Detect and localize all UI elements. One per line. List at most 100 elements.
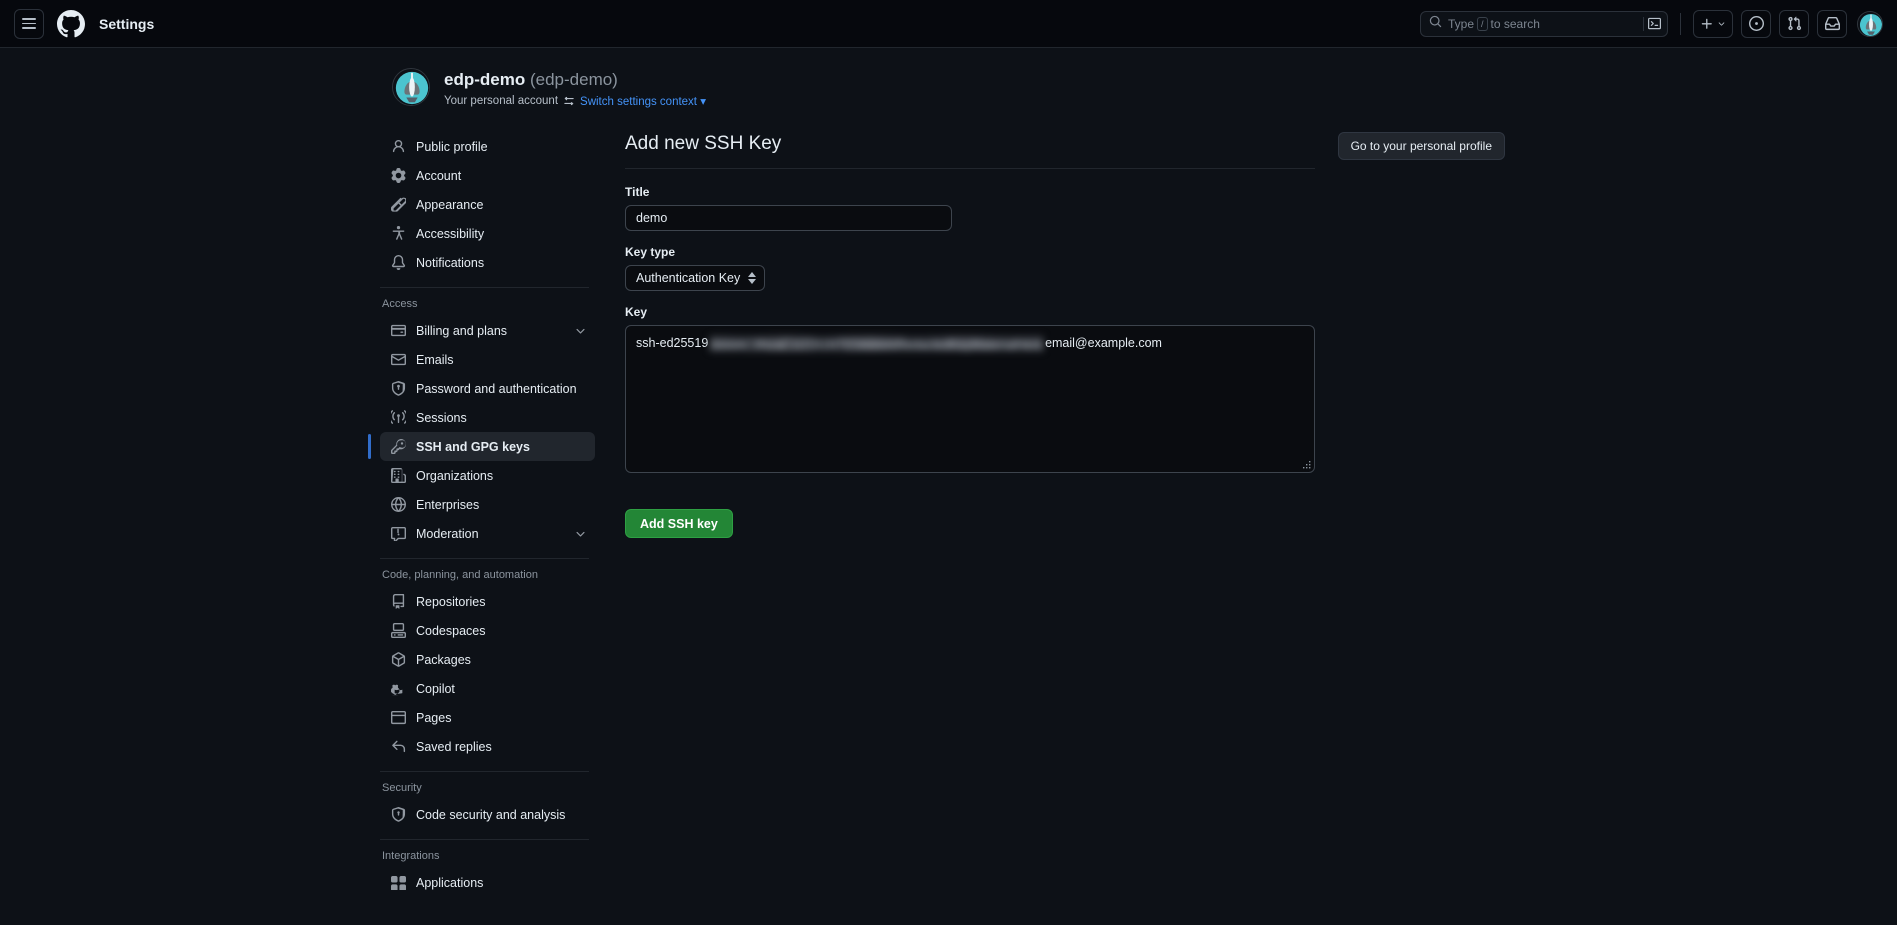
sidebar-item-applications[interactable]: Applications (380, 868, 595, 897)
paintbrush-icon (390, 197, 406, 213)
key-comment-email: email@example.com (1045, 334, 1162, 352)
sidebar-item-repositories[interactable]: Repositories (380, 587, 595, 616)
pull-requests-button[interactable] (1779, 10, 1809, 38)
sidebar-item-saved-replies[interactable]: Saved replies (380, 732, 595, 761)
switch-settings-context-link[interactable]: Switch settings context ▾ (580, 94, 706, 108)
credit-card-icon (390, 323, 406, 339)
key-field-block: Key ssh-ed25519 AAAAC3NzaC1lZDI1NTE5AAAA… (625, 305, 1315, 473)
app-header: Settings Type / to search (0, 0, 1897, 48)
repo-icon (390, 594, 406, 610)
sidebar-group-code: Code, planning, and automation Repositor… (380, 569, 595, 761)
sidebar-item-public-profile[interactable]: Public profile (380, 132, 595, 161)
avatar-rocket-image (1858, 12, 1883, 37)
terminal-shortcut[interactable] (1643, 17, 1661, 31)
profile-header: edp-demo (edp-demo) Your personal accoun… (392, 48, 1897, 108)
search-input[interactable]: Type / to search (1420, 11, 1668, 37)
create-new-button[interactable] (1693, 10, 1733, 38)
sidebar-item-emails[interactable]: Emails (380, 345, 595, 374)
sidebar-item-enterprises[interactable]: Enterprises (380, 490, 595, 519)
sidebar-item-notifications[interactable]: Notifications (380, 248, 595, 277)
shield-icon (390, 807, 406, 823)
sidebar-item-label: Copilot (416, 682, 587, 696)
avatar-rocket-image (393, 69, 430, 106)
sidebar-item-sessions[interactable]: Sessions (380, 403, 595, 432)
issue-opened-icon (1749, 16, 1764, 31)
form-heading: Add new SSH Key (625, 132, 1315, 156)
page-body: edp-demo (edp-demo) Your personal accoun… (0, 48, 1897, 925)
hamburger-menu-icon[interactable] (14, 9, 44, 39)
sidebar-item-billing-and-plans[interactable]: Billing and plans (380, 316, 595, 345)
sidebar-item-label: Packages (416, 653, 587, 667)
page-title: Settings (99, 16, 154, 32)
chevron-down-icon: ▾ (700, 96, 706, 108)
sidebar-group-security: Security Code security and analysis (380, 782, 595, 829)
account-type-label: Your personal account (444, 95, 558, 107)
sidebar-item-ssh-and-gpg-keys[interactable]: SSH and GPG keys (380, 432, 595, 461)
sidebar-item-label: Applications (416, 876, 587, 890)
divider (1643, 17, 1644, 31)
sidebar-item-label: SSH and GPG keys (416, 440, 587, 454)
sidebar-group: Public profile Account Appearance Access… (380, 132, 595, 277)
go-to-personal-profile-button[interactable]: Go to your personal profile (1338, 132, 1505, 160)
sidebar-item-password-and-authentication[interactable]: Password and authentication (380, 374, 595, 403)
sidebar-item-label: Codespaces (416, 624, 587, 638)
sidebar-item-copilot[interactable]: Copilot (380, 674, 595, 703)
sidebar-group-label: Access (380, 298, 595, 316)
title-input[interactable] (625, 205, 952, 231)
hamburger-bar (22, 23, 36, 25)
key-field-label: Key (625, 305, 1315, 319)
github-logo-icon[interactable] (57, 10, 85, 38)
key-type-field-label: Key type (625, 245, 1315, 259)
organization-icon (390, 468, 406, 484)
profile-subtitle: Your personal account Switch settings co… (444, 94, 706, 108)
gear-icon (390, 168, 406, 184)
key-redacted-material: AAAAC3NzaC1lZDI1NTE5AAAAIRedactedKeyMate… (710, 336, 1043, 351)
broadcast-icon (390, 410, 406, 426)
globe-icon (390, 497, 406, 513)
sidebar-group-label: Integrations (380, 850, 595, 868)
sidebar-divider (380, 839, 589, 840)
sidebar-group-integrations: Integrations Applications (380, 850, 595, 897)
key-textarea[interactable]: ssh-ed25519 AAAAC3NzaC1lZDI1NTE5AAAAIRed… (625, 325, 1315, 473)
title-field-label: Title (625, 185, 1315, 199)
sidebar-group-label: Code, planning, and automation (380, 569, 595, 587)
sidebar-divider (380, 287, 589, 288)
chevron-down-icon[interactable] (574, 527, 587, 540)
textarea-resize-handle[interactable] (1300, 458, 1312, 470)
slash-key-badge: / (1477, 17, 1488, 31)
sidebar-item-label: Code security and analysis (416, 808, 587, 822)
issues-button[interactable] (1741, 10, 1771, 38)
settings-sidebar: Public profile Account Appearance Access… (380, 132, 595, 897)
sidebar-item-accessibility[interactable]: Accessibility (380, 219, 595, 248)
sidebar-item-account[interactable]: Account (380, 161, 595, 190)
search-placeholder: Type / to search (1448, 17, 1540, 31)
sidebar-item-pages[interactable]: Pages (380, 703, 595, 732)
codespaces-icon (390, 623, 406, 639)
terminal-icon (1648, 17, 1661, 30)
sidebar-item-appearance[interactable]: Appearance (380, 190, 595, 219)
shield-lock-icon (390, 381, 406, 397)
add-ssh-key-button[interactable]: Add SSH key (625, 509, 733, 538)
hamburger-bar (22, 27, 36, 29)
accessibility-icon (390, 226, 406, 242)
switch-context-label: Switch settings context (580, 96, 697, 108)
sidebar-item-codespaces[interactable]: Codespaces (380, 616, 595, 645)
chevron-down-icon[interactable] (574, 324, 587, 337)
key-type-select[interactable]: Authentication Key (625, 265, 765, 291)
sidebar-item-label: Moderation (416, 527, 574, 541)
sidebar-item-packages[interactable]: Packages (380, 645, 595, 674)
inbox-button[interactable] (1817, 10, 1847, 38)
avatar[interactable] (1857, 11, 1883, 37)
sidebar-item-moderation[interactable]: Moderation (380, 519, 595, 548)
copilot-icon (390, 681, 406, 697)
sidebar-item-label: Public profile (416, 140, 587, 154)
inbox-icon (1825, 16, 1840, 31)
report-icon (390, 526, 406, 542)
bell-icon (390, 255, 406, 271)
header-divider (1680, 13, 1681, 35)
sidebar-item-organizations[interactable]: Organizations (380, 461, 595, 490)
sidebar-item-code-security-and-analysis[interactable]: Code security and analysis (380, 800, 595, 829)
git-pull-request-icon (1787, 16, 1802, 31)
key-icon (390, 439, 406, 455)
profile-avatar[interactable] (392, 68, 430, 106)
